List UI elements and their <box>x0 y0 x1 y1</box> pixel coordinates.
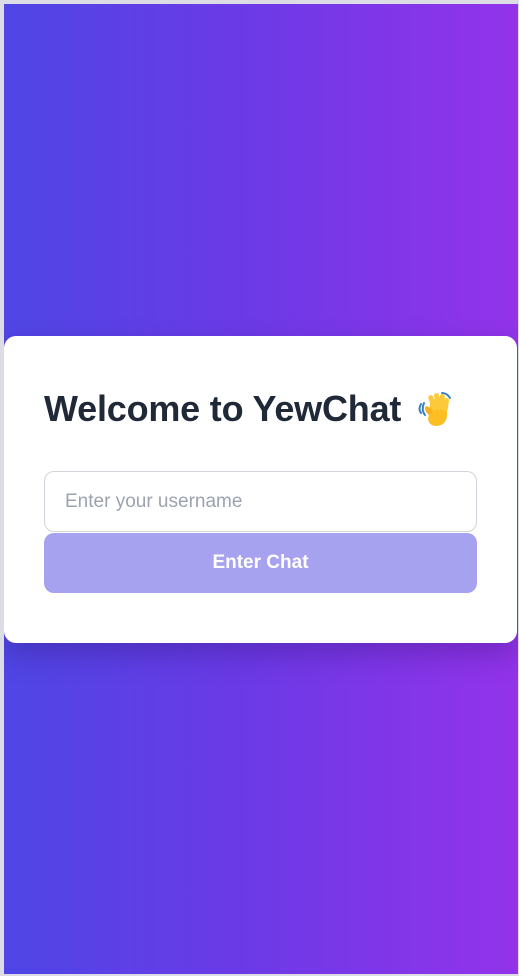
username-input[interactable] <box>44 471 477 532</box>
title-row: Welcome to YewChat <box>44 388 455 430</box>
login-card: Welcome to YewChat Enter your username E… <box>4 336 517 643</box>
waving-hand-icon <box>415 389 455 429</box>
page-title: Welcome to YewChat <box>44 388 402 429</box>
app-background: Welcome to YewChat Enter your username E… <box>4 4 518 974</box>
enter-chat-button[interactable]: Enter Chat <box>44 533 477 593</box>
